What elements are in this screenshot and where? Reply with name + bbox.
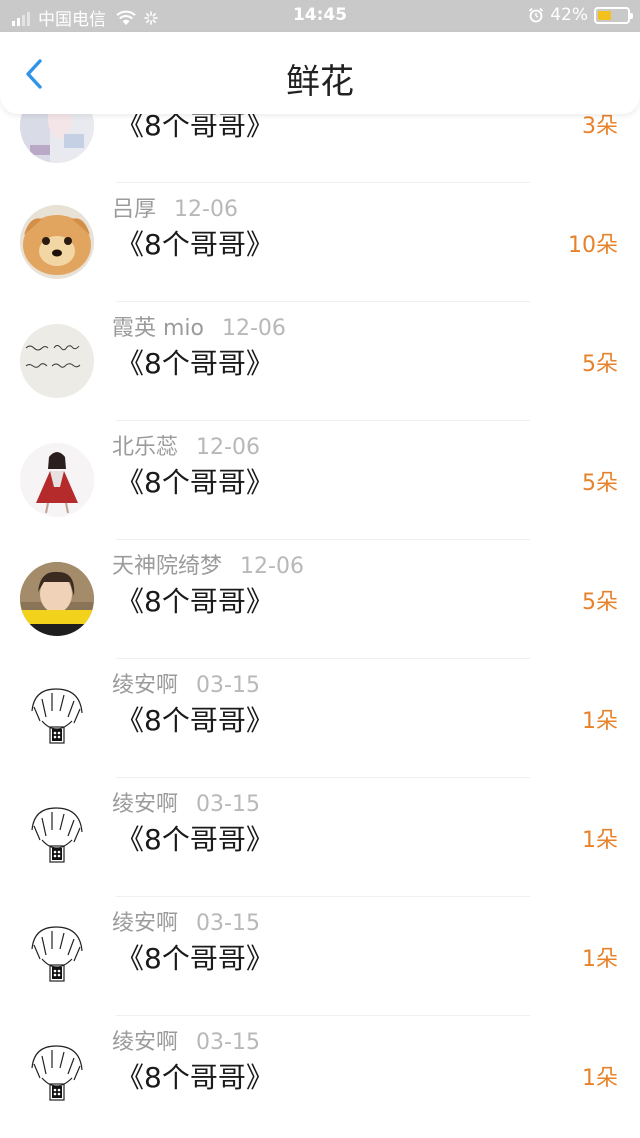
list-item-meta: 绫安啊 03-15: [112, 786, 260, 818]
flower-count: 1朵: [582, 828, 618, 853]
date: 12-06: [222, 316, 286, 341]
work-title: 《8个哥哥》: [116, 704, 274, 737]
flower-count: 1朵: [582, 947, 618, 972]
date: 03-15: [196, 911, 260, 936]
list-item-meta: 绫安啊 03-15: [112, 905, 260, 937]
username: 绫安啊: [112, 1030, 179, 1055]
list-item[interactable]: 霞英 mio 12-06 《8个哥哥》 5朵: [0, 302, 640, 421]
work-title: 《8个哥哥》: [116, 114, 274, 142]
flower-count: 5朵: [582, 590, 618, 615]
work-title: 《8个哥哥》: [116, 585, 274, 618]
work-title: 《8个哥哥》: [116, 942, 274, 975]
list-item[interactable]: 《8个哥哥》 3朵: [0, 114, 640, 183]
avatar: [20, 681, 94, 755]
list-item[interactable]: 绫安啊 03-15 《8个哥哥》 1朵: [0, 1016, 640, 1135]
date: 03-15: [196, 792, 260, 817]
battery-percent: 42%: [550, 5, 588, 25]
flower-count: 1朵: [582, 709, 618, 734]
username: 绫安啊: [112, 792, 179, 817]
list-item[interactable]: 北乐蕊 12-06 《8个哥哥》 5朵: [0, 421, 640, 540]
list-item[interactable]: 天神院绮梦 12-06 《8个哥哥》 5朵: [0, 540, 640, 659]
avatar: [20, 324, 94, 398]
avatar: [20, 562, 94, 636]
date: 03-15: [196, 673, 260, 698]
date: 03-15: [196, 1030, 260, 1055]
avatar: [20, 114, 94, 163]
status-right: 42%: [528, 5, 633, 25]
avatar: [20, 443, 94, 517]
date: 12-06: [196, 435, 260, 460]
alarm-icon: [529, 7, 544, 23]
work-title: 《8个哥哥》: [116, 228, 274, 261]
username: 霞英 mio: [112, 316, 204, 341]
avatar: [20, 1038, 94, 1112]
page-title: 鲜花: [286, 62, 354, 102]
avatar: [20, 205, 94, 279]
flower-count: 5朵: [582, 352, 618, 377]
battery-icon: [594, 6, 633, 24]
work-title: 《8个哥哥》: [116, 466, 274, 499]
date: 12-06: [240, 554, 304, 579]
username: 绫安啊: [112, 911, 179, 936]
navigation-bar: 鲜花: [0, 32, 640, 114]
work-title: 《8个哥哥》: [116, 823, 274, 856]
avatar: [20, 919, 94, 993]
list-item-meta: 绫安啊 03-15: [112, 667, 260, 699]
list-item-meta: 霞英 mio 12-06: [112, 310, 286, 342]
list-item-meta: 天神院绮梦 12-06: [112, 548, 304, 580]
work-title: 《8个哥哥》: [116, 347, 274, 380]
avatar: [20, 800, 94, 874]
list-item[interactable]: 绫安啊 03-15 《8个哥哥》 1朵: [0, 897, 640, 1016]
list-item[interactable]: 吕厚 12-06 《8个哥哥》 10朵: [0, 183, 640, 302]
flower-count: 10朵: [568, 233, 618, 258]
username: 绫安啊: [112, 673, 179, 698]
username: 天神院绮梦: [112, 554, 223, 579]
list-item-meta: 北乐蕊 12-06: [112, 429, 260, 461]
flower-list: 《8个哥哥》 3朵 吕厚 12-06 《8个哥哥》 10朵 霞英 mio 12-06…: [0, 114, 640, 1138]
flower-count: 3朵: [582, 114, 618, 139]
list-item[interactable]: 绫安啊 03-15 《8个哥哥》 1朵: [0, 659, 640, 778]
date: 12-06: [174, 197, 238, 222]
flower-count: 1朵: [582, 1066, 618, 1091]
list-item-meta: 绫安啊 03-15: [112, 1024, 260, 1056]
work-title: 《8个哥哥》: [116, 1061, 274, 1094]
status-bar: 中国电信 14:45 42%: [0, 0, 640, 32]
flower-count: 5朵: [582, 471, 618, 496]
username: 吕厚: [112, 197, 157, 222]
list-item-meta: 吕厚 12-06: [112, 191, 238, 223]
username: 北乐蕊: [112, 435, 179, 460]
list-item[interactable]: 绫安啊 03-15 《8个哥哥》 1朵: [0, 778, 640, 897]
